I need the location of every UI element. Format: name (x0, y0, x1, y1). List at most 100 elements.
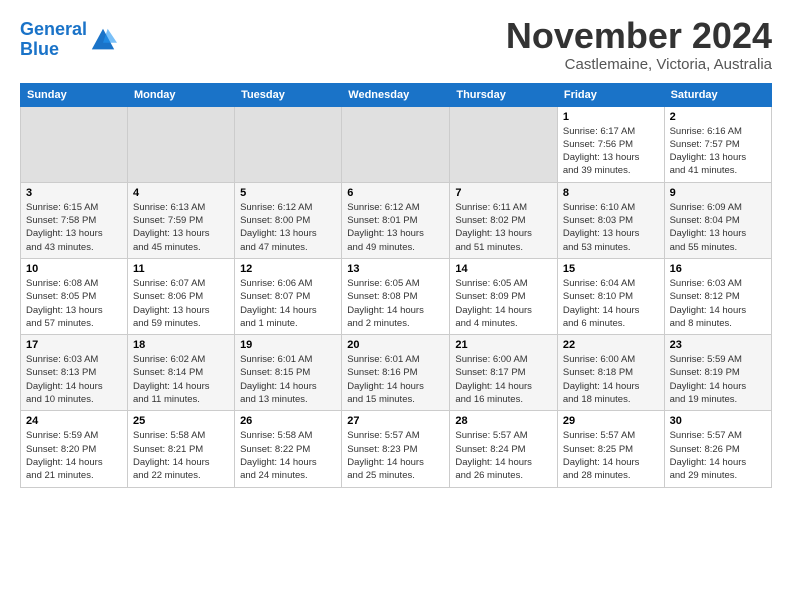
calendar-cell: 10 Sunrise: 6:08 AMSunset: 8:05 PMDayligh… (21, 258, 128, 334)
logo-general: General (20, 19, 87, 39)
day-info: Sunrise: 6:07 AMSunset: 8:06 PMDaylight:… (133, 277, 229, 330)
day-header-thursday: Thursday (450, 83, 558, 106)
logo-icon (89, 26, 117, 54)
day-number: 21 (455, 339, 552, 351)
day-info: Sunrise: 5:57 AMSunset: 8:26 PMDaylight:… (670, 429, 766, 482)
day-info: Sunrise: 6:17 AMSunset: 7:56 PMDaylight:… (563, 125, 659, 178)
day-info: Sunrise: 6:06 AMSunset: 8:07 PMDaylight:… (240, 277, 336, 330)
month-title: November 2024 (506, 16, 772, 56)
day-number: 14 (455, 263, 552, 275)
day-info: Sunrise: 5:58 AMSunset: 8:21 PMDaylight:… (133, 429, 229, 482)
calendar-cell: 13 Sunrise: 6:05 AMSunset: 8:08 PMDayligh… (342, 258, 450, 334)
day-number: 16 (670, 263, 766, 275)
day-number: 27 (347, 415, 444, 427)
day-number: 3 (26, 187, 122, 199)
calendar-cell: 26 Sunrise: 5:58 AMSunset: 8:22 PMDayligh… (235, 411, 342, 487)
calendar-cell: 7 Sunrise: 6:11 AMSunset: 8:02 PMDaylight… (450, 182, 558, 258)
calendar-week-row: 10 Sunrise: 6:08 AMSunset: 8:05 PMDayligh… (21, 258, 772, 334)
page: General Blue November 2024 Castlemaine, … (0, 0, 792, 498)
calendar-cell: 3 Sunrise: 6:15 AMSunset: 7:58 PMDaylight… (21, 182, 128, 258)
calendar-cell: 18Sunrise: 6:02 AMSunset: 8:14 PMDayligh… (127, 335, 234, 411)
day-number: 2 (670, 111, 766, 123)
calendar-cell: 12 Sunrise: 6:06 AMSunset: 8:07 PMDayligh… (235, 258, 342, 334)
day-header-tuesday: Tuesday (235, 83, 342, 106)
calendar-cell: 27 Sunrise: 5:57 AMSunset: 8:23 PMDayligh… (342, 411, 450, 487)
calendar-cell: 16 Sunrise: 6:03 AMSunset: 8:12 PMDayligh… (664, 258, 771, 334)
header: General Blue November 2024 Castlemaine, … (20, 16, 772, 73)
logo-blue: Blue (20, 39, 59, 59)
calendar-cell: 17 Sunrise: 6:03 AMSunset: 8:13 PMDayligh… (21, 335, 128, 411)
day-info: Sunrise: 6:05 AMSunset: 8:09 PMDaylight:… (455, 277, 552, 330)
calendar: SundayMondayTuesdayWednesdayThursdayFrid… (20, 83, 772, 488)
calendar-cell: 21Sunrise: 6:00 AMSunset: 8:17 PMDayligh… (450, 335, 558, 411)
calendar-cell (342, 106, 450, 182)
day-info: Sunrise: 5:58 AMSunset: 8:22 PMDaylight:… (240, 429, 336, 482)
calendar-cell (21, 106, 128, 182)
day-info: Sunrise: 5:59 AMSunset: 8:19 PMDaylight:… (670, 353, 766, 406)
calendar-header-row: SundayMondayTuesdayWednesdayThursdayFrid… (21, 83, 772, 106)
subtitle: Castlemaine, Victoria, Australia (506, 56, 772, 73)
calendar-cell (235, 106, 342, 182)
calendar-cell: 2Sunrise: 6:16 AMSunset: 7:57 PMDaylight… (664, 106, 771, 182)
day-header-sunday: Sunday (21, 83, 128, 106)
day-info: Sunrise: 5:57 AMSunset: 8:23 PMDaylight:… (347, 429, 444, 482)
calendar-week-row: 24Sunrise: 5:59 AMSunset: 8:20 PMDayligh… (21, 411, 772, 487)
day-number: 12 (240, 263, 336, 275)
calendar-cell: 20Sunrise: 6:01 AMSunset: 8:16 PMDayligh… (342, 335, 450, 411)
calendar-week-row: 3 Sunrise: 6:15 AMSunset: 7:58 PMDaylight… (21, 182, 772, 258)
day-number: 7 (455, 187, 552, 199)
calendar-cell: 5Sunrise: 6:12 AMSunset: 8:00 PMDaylight… (235, 182, 342, 258)
logo: General Blue (20, 20, 117, 60)
day-number: 13 (347, 263, 444, 275)
calendar-cell (450, 106, 558, 182)
day-header-saturday: Saturday (664, 83, 771, 106)
day-info: Sunrise: 6:08 AMSunset: 8:05 PMDaylight:… (26, 277, 122, 330)
day-info: Sunrise: 6:01 AMSunset: 8:15 PMDaylight:… (240, 353, 336, 406)
calendar-cell: 22 Sunrise: 6:00 AMSunset: 8:18 PMDayligh… (557, 335, 664, 411)
day-number: 22 (563, 339, 659, 351)
day-number: 26 (240, 415, 336, 427)
day-number: 10 (26, 263, 122, 275)
day-info: Sunrise: 6:03 AMSunset: 8:13 PMDaylight:… (26, 353, 122, 406)
calendar-cell: 28 Sunrise: 5:57 AMSunset: 8:24 PMDayligh… (450, 411, 558, 487)
day-header-wednesday: Wednesday (342, 83, 450, 106)
calendar-week-row: 1 Sunrise: 6:17 AMSunset: 7:56 PMDaylight… (21, 106, 772, 182)
day-number: 25 (133, 415, 229, 427)
day-number: 29 (563, 415, 659, 427)
calendar-cell: 8Sunrise: 6:10 AMSunset: 8:03 PMDaylight… (557, 182, 664, 258)
day-info: Sunrise: 6:12 AMSunset: 8:00 PMDaylight:… (240, 201, 336, 254)
day-info: Sunrise: 6:11 AMSunset: 8:02 PMDaylight:… (455, 201, 552, 254)
day-number: 20 (347, 339, 444, 351)
logo-text: General Blue (20, 20, 87, 60)
day-info: Sunrise: 6:12 AMSunset: 8:01 PMDaylight:… (347, 201, 444, 254)
day-number: 15 (563, 263, 659, 275)
day-info: Sunrise: 6:15 AMSunset: 7:58 PMDaylight:… (26, 201, 122, 254)
day-info: Sunrise: 6:00 AMSunset: 8:18 PMDaylight:… (563, 353, 659, 406)
day-number: 30 (670, 415, 766, 427)
calendar-cell: 9Sunrise: 6:09 AMSunset: 8:04 PMDaylight… (664, 182, 771, 258)
day-number: 28 (455, 415, 552, 427)
day-info: Sunrise: 6:04 AMSunset: 8:10 PMDaylight:… (563, 277, 659, 330)
calendar-cell (127, 106, 234, 182)
day-number: 8 (563, 187, 659, 199)
calendar-cell: 29 Sunrise: 5:57 AMSunset: 8:25 PMDayligh… (557, 411, 664, 487)
title-area: November 2024 Castlemaine, Victoria, Aus… (506, 16, 772, 73)
day-info: Sunrise: 6:13 AMSunset: 7:59 PMDaylight:… (133, 201, 229, 254)
day-info: Sunrise: 5:57 AMSunset: 8:24 PMDaylight:… (455, 429, 552, 482)
calendar-cell: 4Sunrise: 6:13 AMSunset: 7:59 PMDaylight… (127, 182, 234, 258)
calendar-week-row: 17 Sunrise: 6:03 AMSunset: 8:13 PMDayligh… (21, 335, 772, 411)
day-number: 17 (26, 339, 122, 351)
calendar-cell: 1 Sunrise: 6:17 AMSunset: 7:56 PMDaylight… (557, 106, 664, 182)
day-number: 1 (563, 111, 659, 123)
day-info: Sunrise: 6:03 AMSunset: 8:12 PMDaylight:… (670, 277, 766, 330)
day-info: Sunrise: 5:57 AMSunset: 8:25 PMDaylight:… (563, 429, 659, 482)
calendar-cell: 30 Sunrise: 5:57 AMSunset: 8:26 PMDayligh… (664, 411, 771, 487)
day-number: 11 (133, 263, 229, 275)
calendar-cell: 23Sunrise: 5:59 AMSunset: 8:19 PMDayligh… (664, 335, 771, 411)
day-number: 6 (347, 187, 444, 199)
day-header-monday: Monday (127, 83, 234, 106)
day-number: 9 (670, 187, 766, 199)
calendar-cell: 6 Sunrise: 6:12 AMSunset: 8:01 PMDaylight… (342, 182, 450, 258)
day-info: Sunrise: 6:05 AMSunset: 8:08 PMDaylight:… (347, 277, 444, 330)
day-number: 19 (240, 339, 336, 351)
